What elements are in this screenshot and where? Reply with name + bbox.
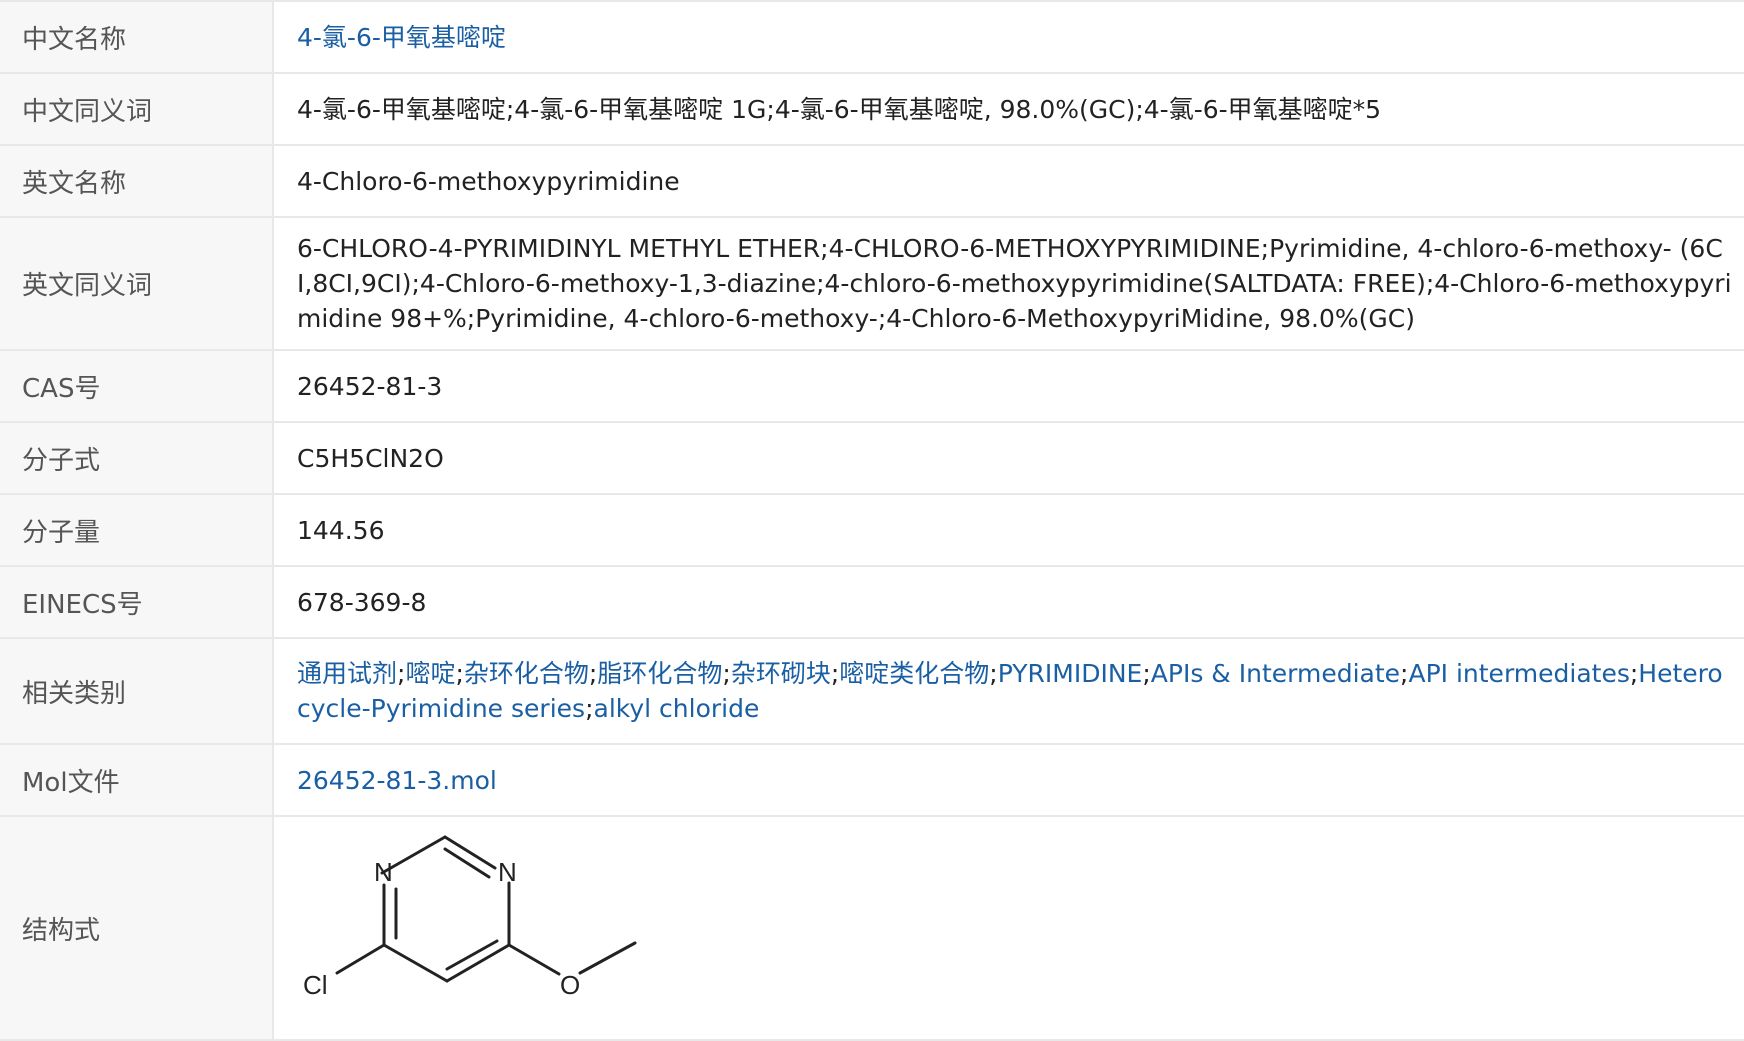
category-link[interactable]: 嘧啶 <box>405 659 455 688</box>
category-separator: ; <box>1142 659 1151 688</box>
row-formula: 分子式 C5H5ClN2O <box>0 421 1744 495</box>
label-en-synonyms: 英文同义词 <box>0 216 274 351</box>
category-link[interactable]: 杂环化合物 <box>464 659 589 688</box>
atom-label-n3: N <box>498 857 517 887</box>
mol-file-link[interactable]: 26452-81-3.mol <box>297 766 497 795</box>
structure-diagram: N N Cl O <box>303 835 637 1000</box>
value-molecular-weight: 144.56 <box>273 493 1744 567</box>
value-cn-name: 4-氯-6-甲氧基嘧啶 <box>273 0 1744 74</box>
atom-label-cl: Cl <box>303 970 328 1000</box>
category-separator: ; <box>989 659 998 688</box>
row-en-name: 英文名称 4-Chloro-6-methoxypyrimidine <box>0 144 1744 218</box>
row-molecular-weight: 分子量 144.56 <box>0 493 1744 567</box>
row-cn-name: 中文名称 4-氯-6-甲氧基嘧啶 <box>0 0 1744 74</box>
value-structure: N N Cl O <box>273 815 1744 1041</box>
value-cas: 26452-81-3 <box>273 349 1744 423</box>
row-cas: CAS号 26452-81-3 <box>0 349 1744 423</box>
row-categories: 相关类别 通用试剂;嘧啶;杂环化合物;脂环化合物;杂环砌块;嘧啶类化合物;PYR… <box>0 637 1744 745</box>
atom-label-n1: N <box>374 857 393 887</box>
label-structure: 结构式 <box>0 815 274 1041</box>
category-separator: ; <box>585 694 594 723</box>
category-separator: ; <box>830 659 840 688</box>
value-mol-file: 26452-81-3.mol <box>273 743 1744 817</box>
value-en-synonyms: 6-CHLORO-4-PYRIMIDINYL METHYL ETHER;4-CH… <box>273 216 1744 351</box>
bond-o-methyl <box>578 941 637 975</box>
label-formula: 分子式 <box>0 421 274 495</box>
category-link[interactable]: 嘧啶类化合物 <box>839 659 989 688</box>
category-link[interactable]: alkyl chloride <box>594 694 760 723</box>
label-en-name: 英文名称 <box>0 144 274 218</box>
value-einecs: 678-369-8 <box>273 565 1744 639</box>
category-link[interactable]: API intermediates <box>1408 659 1629 688</box>
bond-c2-n3-double <box>443 847 491 879</box>
value-en-name: 4-Chloro-6-methoxypyrimidine <box>273 144 1744 218</box>
row-cn-synonyms: 中文同义词 4-氯-6-甲氧基嘧啶;4-氯-6-甲氧基嘧啶 1G;4-氯-6-甲… <box>0 72 1744 146</box>
compound-properties-table: 中文名称 4-氯-6-甲氧基嘧啶 中文同义词 4-氯-6-甲氧基嘧啶;4-氯-6… <box>0 0 1744 1041</box>
label-einecs: EINECS号 <box>0 565 274 639</box>
bond-c5-c6 <box>382 943 449 983</box>
category-link[interactable]: 脂环化合物 <box>597 659 722 688</box>
value-cn-synonyms: 4-氯-6-甲氧基嘧啶;4-氯-6-甲氧基嘧啶 1G;4-氯-6-甲氧基嘧啶, … <box>273 72 1744 146</box>
atom-label-o: O <box>560 970 580 1000</box>
row-mol-file: Mol文件 26452-81-3.mol <box>0 743 1744 817</box>
label-mol-file: Mol文件 <box>0 743 274 817</box>
bond-c6-cl <box>335 943 386 975</box>
categories-list: 通用试剂;嘧啶;杂环化合物;脂环化合物;杂环砌块;嘧啶类化合物;PYRIMIDI… <box>273 637 1744 745</box>
row-einecs: EINECS号 678-369-8 <box>0 565 1744 639</box>
label-cas: CAS号 <box>0 349 274 423</box>
bond-c4-o <box>507 943 561 976</box>
label-cn-name: 中文名称 <box>0 0 274 74</box>
label-molecular-weight: 分子量 <box>0 493 274 567</box>
label-cn-synonyms: 中文同义词 <box>0 72 274 146</box>
category-link[interactable]: PYRIMIDINE <box>998 659 1143 688</box>
row-en-synonyms: 英文同义词 6-CHLORO-4-PYRIMIDINYL METHYL ETHE… <box>0 216 1744 351</box>
cn-name-link[interactable]: 4-氯-6-甲氧基嘧啶 <box>297 23 506 52</box>
value-formula: C5H5ClN2O <box>273 421 1744 495</box>
label-categories: 相关类别 <box>0 637 274 745</box>
category-link[interactable]: 通用试剂 <box>297 659 397 688</box>
row-structure: 结构式 N N Cl O <box>0 815 1744 1041</box>
category-separator: ; <box>455 659 464 688</box>
category-link[interactable]: APIs & Intermediate <box>1151 659 1400 688</box>
category-separator: ; <box>722 659 731 688</box>
category-link[interactable]: 杂环砌块 <box>731 659 831 688</box>
